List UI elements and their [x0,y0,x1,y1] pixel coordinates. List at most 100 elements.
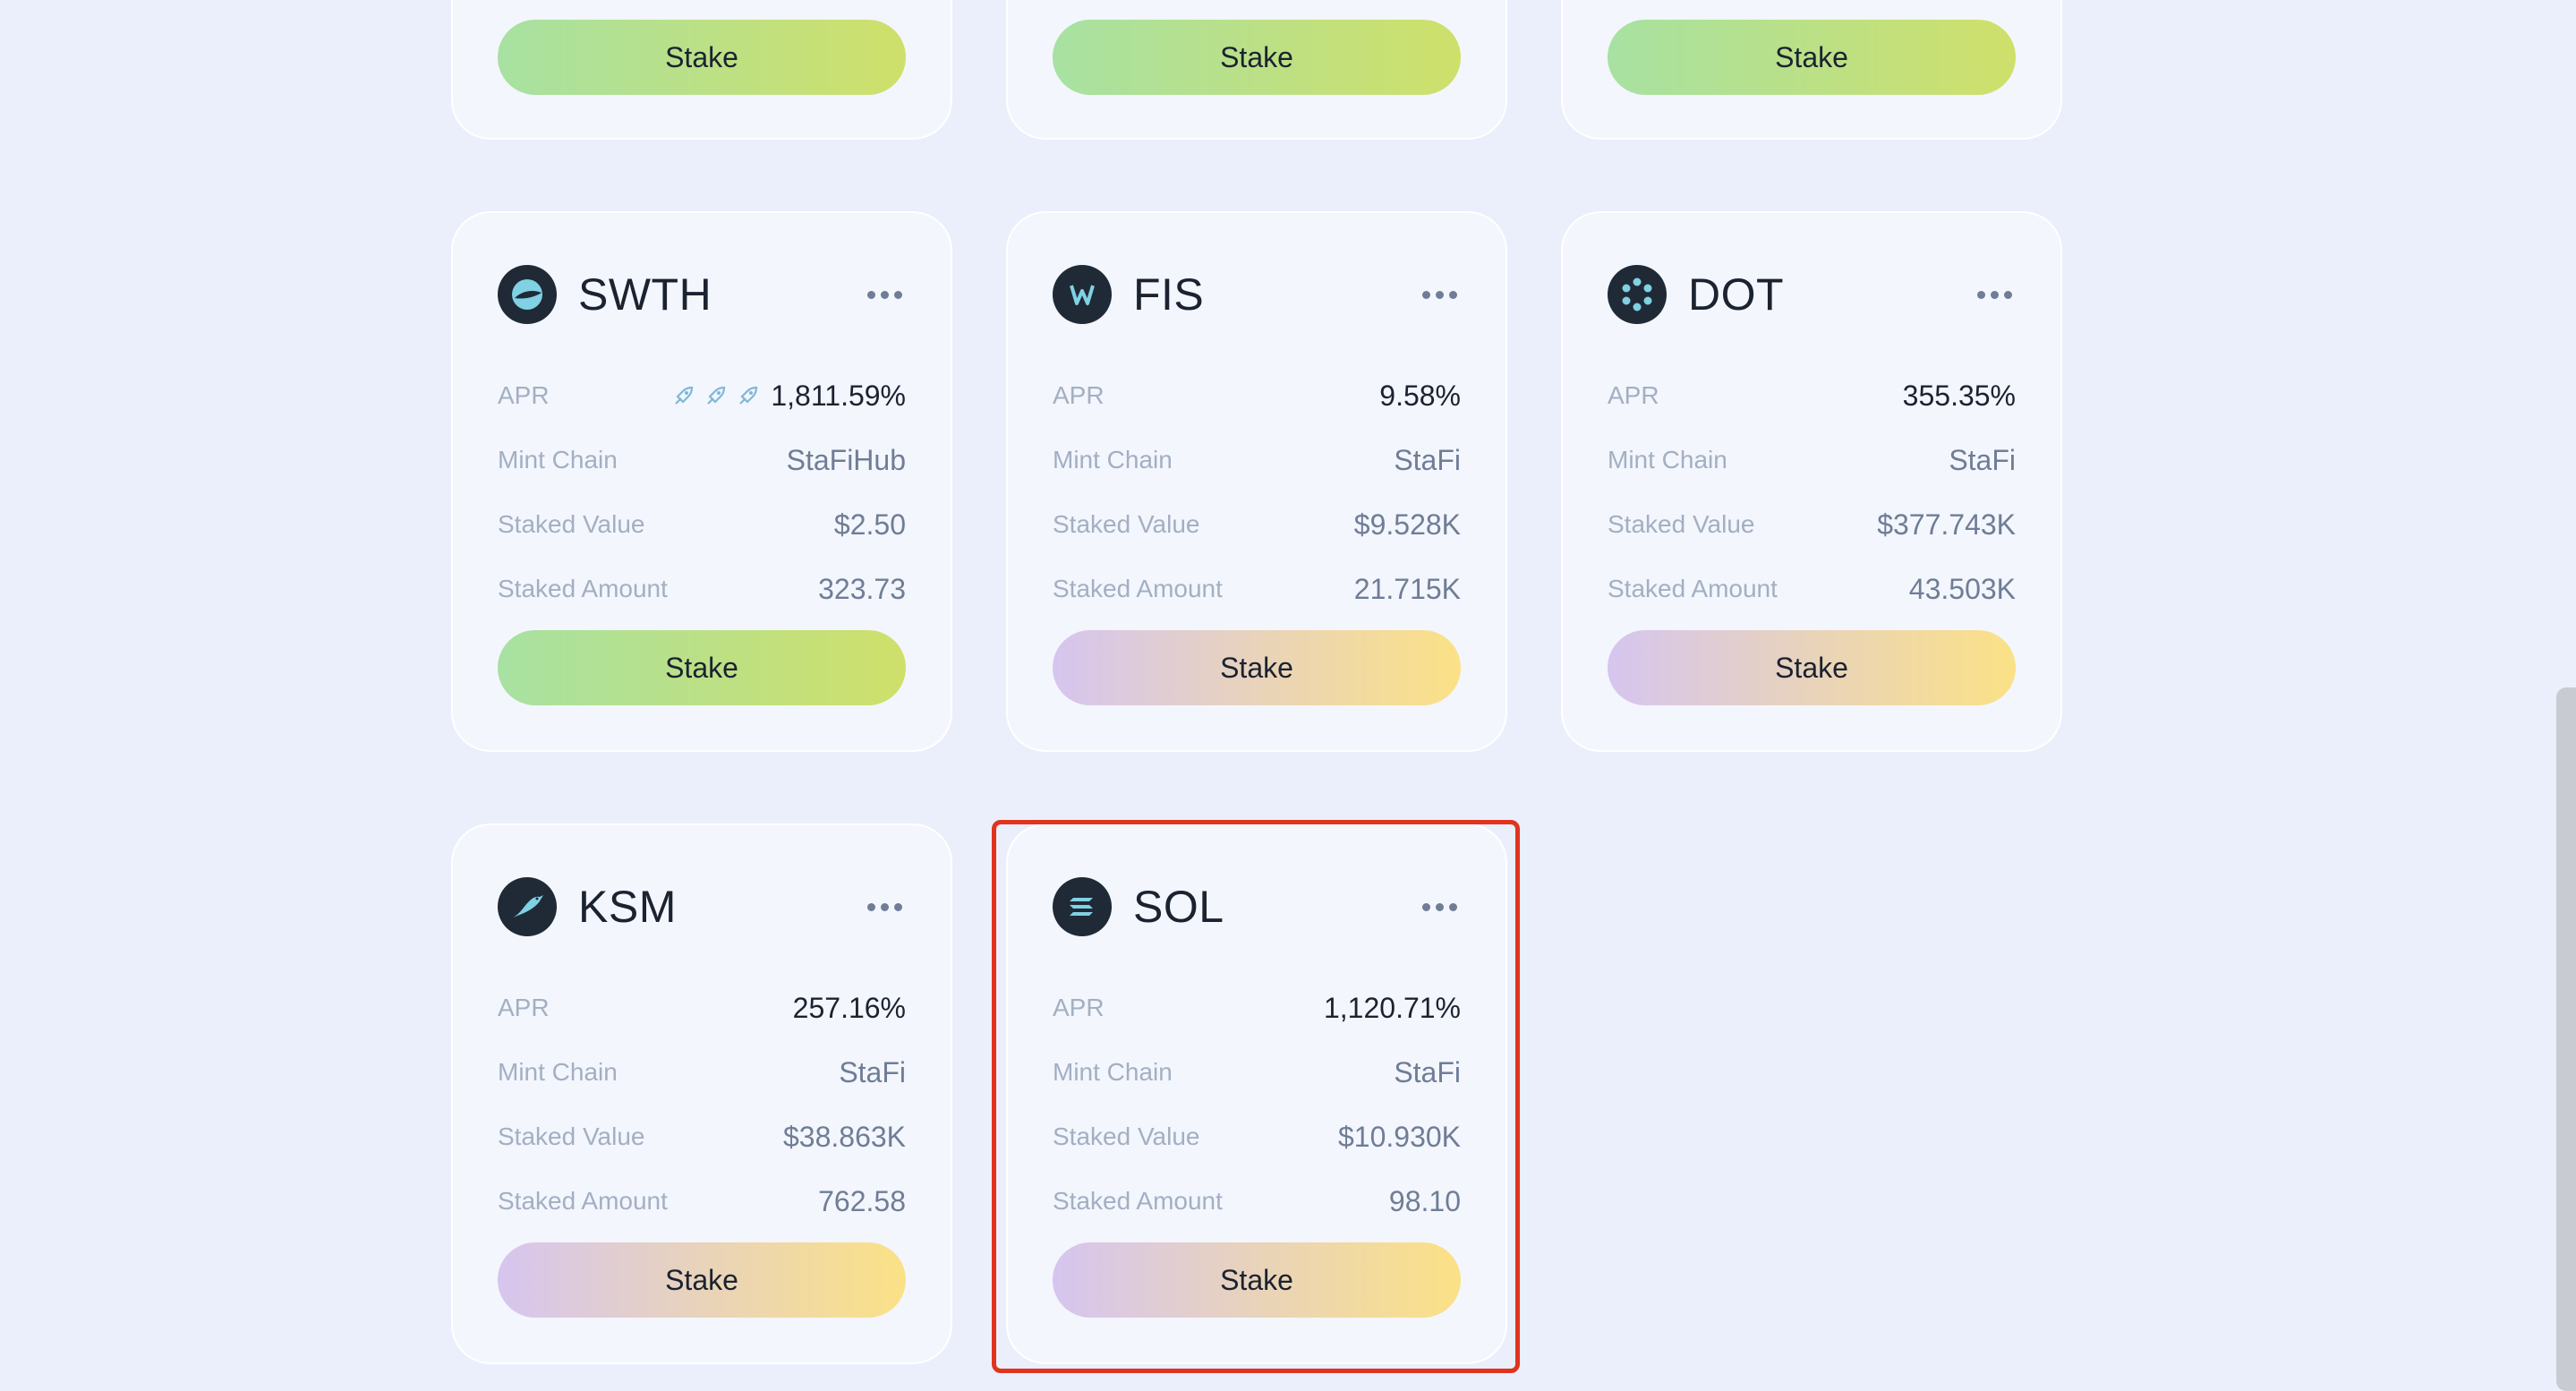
staked-value: $9.528K [1353,508,1461,541]
token-card-ksm: KSM APR 257.16% Mint Chain StaFi Staked … [451,824,952,1364]
staked-amount-row: Staked Amount 21.715K [1053,557,1461,621]
page-scrollbar[interactable] [2556,687,2576,1391]
swth-logo-icon [498,265,557,324]
apr-value: 355.35% [1902,379,2016,412]
token-card-partial: Stake [451,0,952,140]
staked-value-row: Staked Value $2.50 [498,492,906,557]
staked-value-label: Staked Value [498,510,645,538]
card-header: SOL [1053,875,1461,938]
staked-amount-label: Staked Amount [1053,575,1223,602]
token-card-swth: SWTH APR 1,811.59% Mint Chain StaFiHub S… [451,211,952,752]
stake-button[interactable]: Stake [1053,20,1461,95]
stake-button[interactable]: Stake [498,1242,906,1318]
card-header: KSM [498,875,906,938]
staked-amount: 98.10 [1388,1184,1461,1217]
more-options-icon[interactable] [1422,896,1457,918]
staked-amount: 323.73 [818,572,906,605]
dot-logo-icon [1608,265,1667,324]
more-options-icon[interactable] [867,284,902,306]
card-header: DOT [1608,263,2016,326]
staked-value-label: Staked Value [1608,510,1755,538]
stake-button[interactable]: Stake [1608,630,2016,705]
staked-value: $2.50 [833,508,906,541]
stake-button[interactable]: Stake [498,630,906,705]
rocket-icon [739,386,758,405]
staked-value-label: Staked Value [498,1122,645,1150]
staked-amount-row: Staked Amount 43.503K [1608,557,2016,621]
mint-chain-label: Mint Chain [1053,1058,1173,1086]
staked-value-row: Staked Value $9.528K [1053,492,1461,557]
apr-value: 1,120.71% [1323,991,1461,1024]
staked-amount-row: Staked Amount 323.73 [498,557,906,621]
mint-chain-row: Mint Chain StaFi [1053,428,1461,492]
mint-chain-label: Mint Chain [1608,446,1727,474]
token-card-dot: DOT APR 355.35% Mint Chain StaFi Staked … [1561,211,2062,752]
staked-value: $38.863K [782,1120,906,1153]
token-name: SOL [1133,882,1224,932]
stake-button[interactable]: Stake [1053,630,1461,705]
token-name: KSM [578,882,677,932]
staked-amount-label: Staked Amount [498,575,668,602]
stake-button[interactable]: Stake [1053,1242,1461,1318]
staked-amount: 762.58 [818,1184,906,1217]
mint-chain-label: Mint Chain [1053,446,1173,474]
apr-row: APR 1,811.59% [498,363,906,428]
staked-value-row: Staked Value $377.743K [1608,492,2016,557]
apr-row: APR 355.35% [1608,363,2016,428]
staked-amount-label: Staked Amount [498,1187,668,1215]
mint-chain-label: Mint Chain [498,1058,618,1086]
mint-chain-row: Mint Chain StaFi [498,1040,906,1105]
token-name: SWTH [578,269,712,320]
staked-value: $10.930K [1337,1120,1461,1153]
staked-value: $377.743K [1877,508,2016,541]
apr-label: APR [1608,381,1659,409]
apr-row: APR 1,120.71% [1053,976,1461,1040]
mint-chain-value: StaFi [839,1055,906,1088]
card-header: FIS [1053,263,1461,326]
apr-value: 257.16% [792,991,906,1024]
ksm-logo-icon [498,877,557,936]
token-card-fis: FIS APR 9.58% Mint Chain StaFi Staked Va… [1006,211,1507,752]
token-name: FIS [1133,269,1205,320]
more-options-icon[interactable] [1422,284,1457,306]
mint-chain-row: Mint Chain StaFi [1608,428,2016,492]
apr-row: APR 257.16% [498,976,906,1040]
token-card-sol: SOL APR 1,120.71% Mint Chain StaFi Stake… [1006,824,1507,1364]
apr-label: APR [498,381,550,409]
sol-logo-icon [1053,877,1112,936]
apr-boost-indicator [672,384,760,407]
apr-label: APR [1053,381,1105,409]
apr-label: APR [1053,994,1105,1021]
fis-logo-icon [1053,265,1112,324]
stake-button[interactable]: Stake [1608,20,2016,95]
rocket-icon [675,386,694,405]
apr-row: APR 9.58% [1053,363,1461,428]
apr-label: APR [498,994,550,1021]
staked-amount-row: Staked Amount 762.58 [498,1169,906,1233]
staked-value-label: Staked Value [1053,510,1200,538]
staked-amount: 43.503K [1908,572,2016,605]
apr-value: 1,811.59% [771,379,906,412]
more-options-icon[interactable] [1977,284,2012,306]
rocket-icon [707,386,726,405]
token-card-partial: Stake [1561,0,2062,140]
token-card-partial: Stake [1006,0,1507,140]
staked-value-row: Staked Value $10.930K [1053,1105,1461,1169]
staked-amount: 21.715K [1353,572,1461,605]
mint-chain-value: StaFi [1394,443,1461,476]
apr-value: 9.58% [1379,379,1461,412]
mint-chain-row: Mint Chain StaFiHub [498,428,906,492]
staked-amount-label: Staked Amount [1608,575,1778,602]
card-header: SWTH [498,263,906,326]
page: Stake Stake Stake SWTH APR 1,811.59% Min… [0,0,2576,1391]
more-options-icon[interactable] [867,896,902,918]
staked-value-row: Staked Value $38.863K [498,1105,906,1169]
mint-chain-row: Mint Chain StaFi [1053,1040,1461,1105]
staked-value-label: Staked Value [1053,1122,1200,1150]
mint-chain-value: StaFi [1949,443,2016,476]
mint-chain-label: Mint Chain [498,446,618,474]
staked-amount-row: Staked Amount 98.10 [1053,1169,1461,1233]
mint-chain-value: StaFiHub [786,443,906,476]
mint-chain-value: StaFi [1394,1055,1461,1088]
stake-button[interactable]: Stake [498,20,906,95]
